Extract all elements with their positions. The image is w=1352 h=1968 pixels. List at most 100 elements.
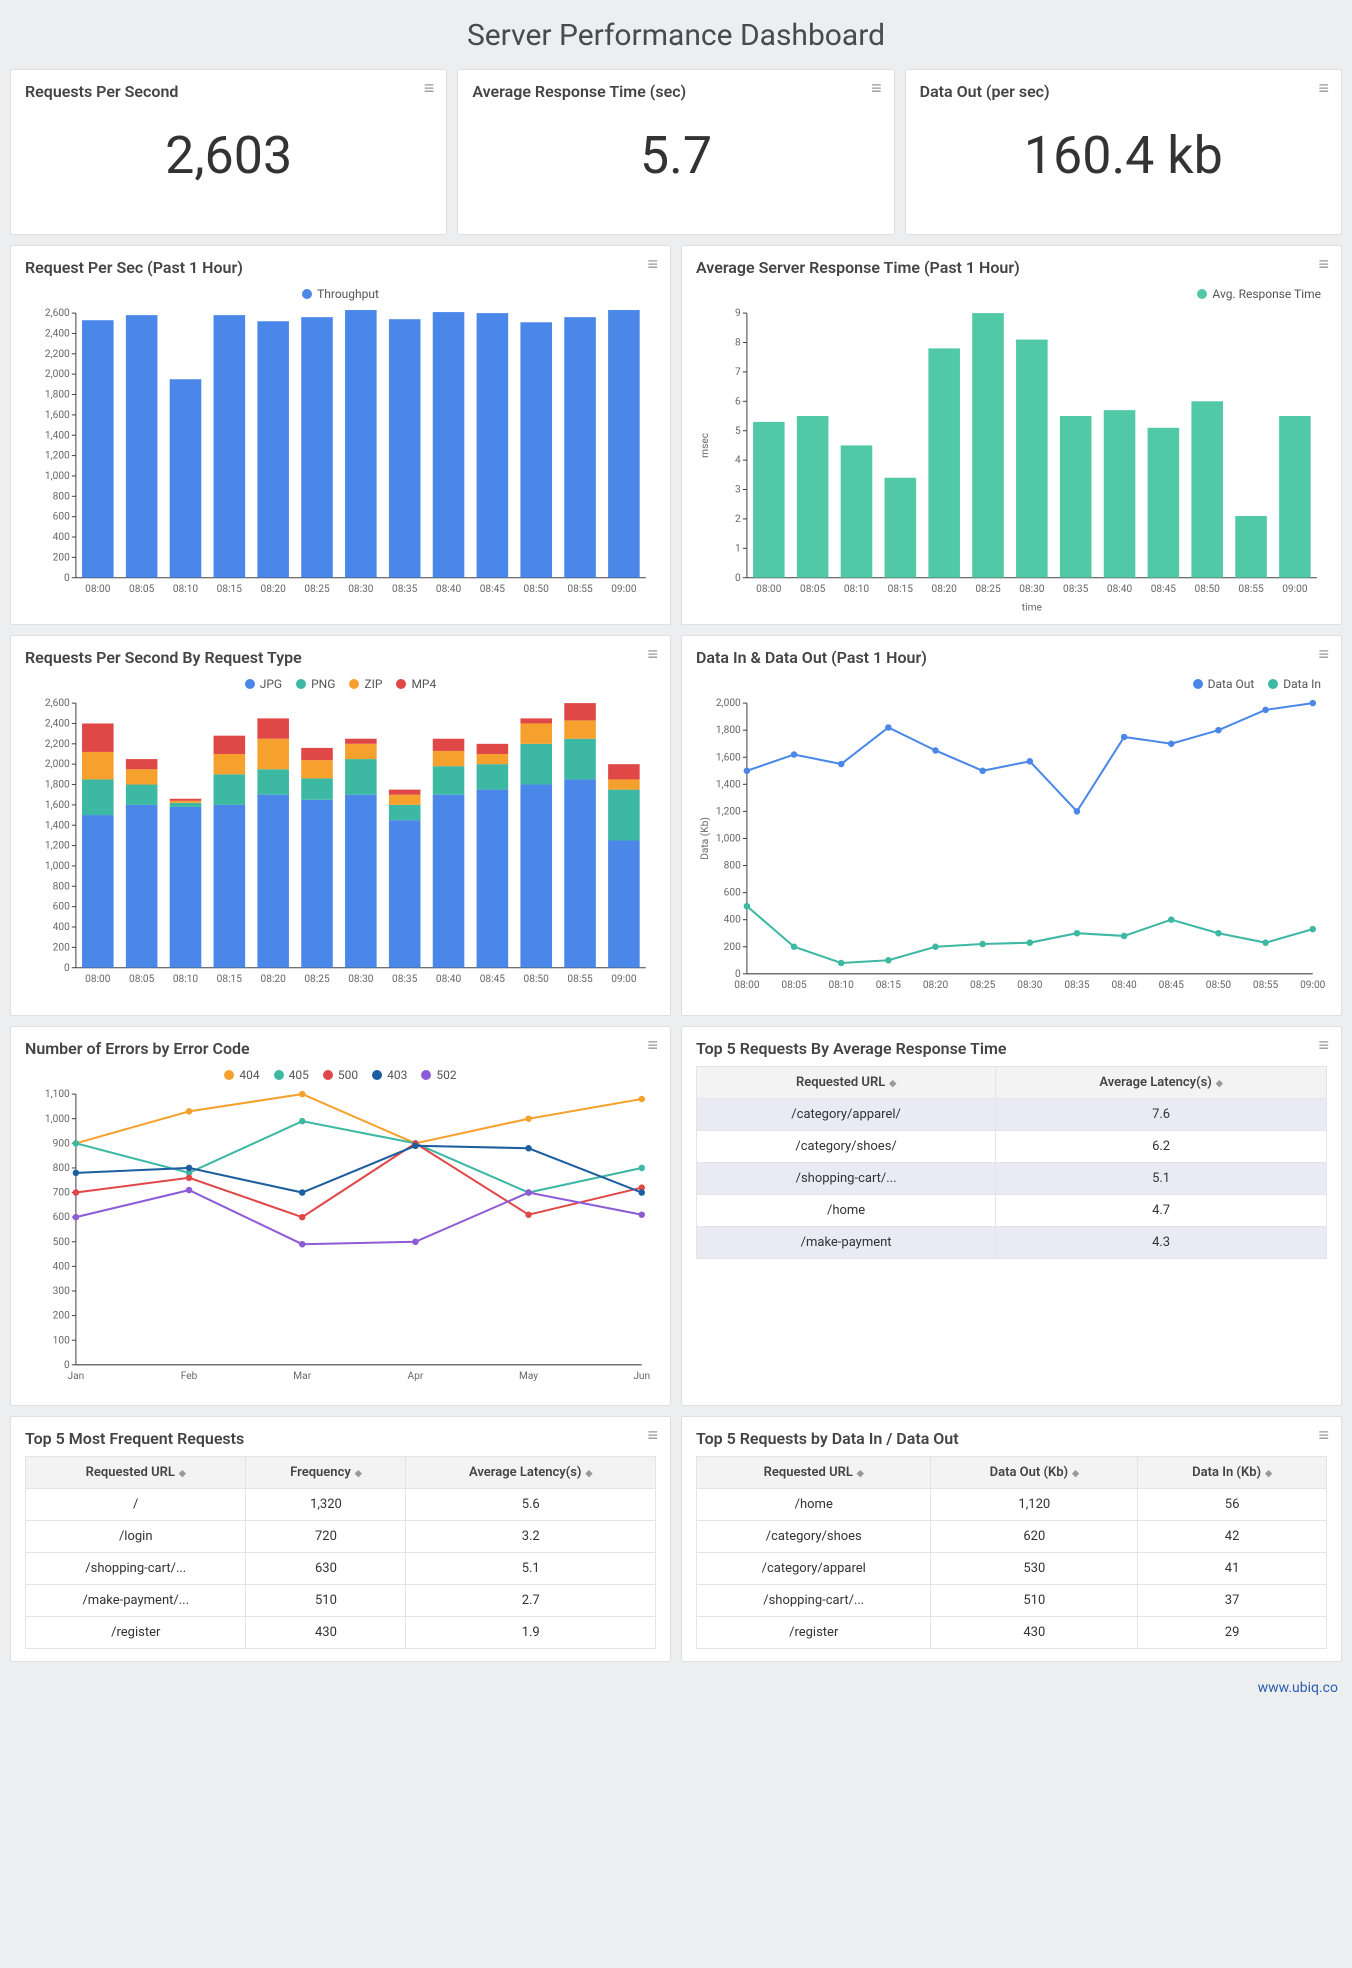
legend-item[interactable]: Data In bbox=[1268, 677, 1321, 691]
card-menu-icon[interactable]: ≡ bbox=[424, 80, 435, 98]
table-cell: /make-payment bbox=[697, 1226, 996, 1258]
svg-text:1,800: 1,800 bbox=[716, 726, 741, 737]
kpi-value: 160.4 kb bbox=[920, 125, 1327, 186]
legend-item[interactable]: Throughput bbox=[302, 287, 379, 301]
card-menu-icon[interactable]: ≡ bbox=[1318, 1427, 1329, 1445]
legend-item[interactable]: PNG bbox=[296, 677, 335, 691]
card-menu-icon[interactable]: ≡ bbox=[871, 80, 882, 98]
svg-text:2,600: 2,600 bbox=[45, 698, 70, 709]
table-cell: /shopping-cart/... bbox=[697, 1162, 996, 1194]
legend-item[interactable]: MP4 bbox=[396, 677, 436, 691]
svg-text:400: 400 bbox=[53, 532, 70, 543]
svg-text:Mar: Mar bbox=[293, 1371, 311, 1382]
column-header[interactable]: Requested URL◆ bbox=[26, 1456, 246, 1488]
legend-item[interactable]: Data Out bbox=[1193, 677, 1255, 691]
svg-text:09:00: 09:00 bbox=[1282, 584, 1308, 595]
svg-text:7: 7 bbox=[735, 367, 741, 378]
footer-link[interactable]: www.ubiq.co bbox=[1258, 1680, 1338, 1696]
chart-legend: JPG PNG ZIP MP4 bbox=[25, 675, 656, 697]
svg-text:08:00: 08:00 bbox=[85, 584, 111, 595]
card-menu-icon[interactable]: ≡ bbox=[647, 256, 658, 274]
table-cell: /shopping-cart/... bbox=[26, 1552, 246, 1584]
chart-legend: 404 405 500 403 502 bbox=[25, 1066, 656, 1088]
chart-title: Number of Errors by Error Code bbox=[25, 1039, 656, 1058]
legend-item[interactable]: 405 bbox=[274, 1068, 309, 1082]
card-menu-icon[interactable]: ≡ bbox=[1318, 1037, 1329, 1055]
svg-text:4: 4 bbox=[735, 455, 741, 466]
svg-text:3: 3 bbox=[735, 485, 741, 496]
sort-icon: ◆ bbox=[889, 1079, 896, 1089]
sort-icon: ◆ bbox=[1072, 1469, 1079, 1479]
svg-text:May: May bbox=[519, 1371, 538, 1382]
top-frequent-table: Requested URL◆Frequency◆Average Latency(… bbox=[25, 1456, 656, 1649]
column-header[interactable]: Data Out (Kb)◆ bbox=[931, 1456, 1138, 1488]
svg-text:08:45: 08:45 bbox=[480, 974, 506, 985]
footer: www.ubiq.co bbox=[10, 1672, 1342, 1696]
svg-text:08:20: 08:20 bbox=[261, 974, 287, 985]
card-menu-icon[interactable]: ≡ bbox=[647, 1037, 658, 1055]
column-header[interactable]: Data In (Kb)◆ bbox=[1138, 1456, 1327, 1488]
svg-text:08:55: 08:55 bbox=[1238, 584, 1264, 595]
svg-text:08:15: 08:15 bbox=[876, 980, 902, 991]
svg-text:08:50: 08:50 bbox=[524, 974, 550, 985]
svg-text:08:15: 08:15 bbox=[217, 974, 243, 985]
table-cell: 1,320 bbox=[246, 1488, 406, 1520]
column-header[interactable]: Average Latency(s)◆ bbox=[406, 1456, 656, 1488]
stacked-bar-chart: 02004006008001,0001,2001,4001,6001,8002,… bbox=[25, 697, 656, 1002]
table-row: /category/shoes/6.2 bbox=[697, 1130, 1327, 1162]
legend-item[interactable]: JPG bbox=[245, 677, 282, 691]
svg-text:800: 800 bbox=[53, 882, 70, 893]
table-cell: 5.6 bbox=[406, 1488, 656, 1520]
table-row: /1,3205.6 bbox=[26, 1488, 656, 1520]
legend-item[interactable]: 404 bbox=[224, 1068, 259, 1082]
table-cell: /category/shoes bbox=[697, 1520, 931, 1552]
svg-text:1,400: 1,400 bbox=[45, 821, 70, 832]
table-cell: /shopping-cart/... bbox=[697, 1584, 931, 1616]
column-header[interactable]: Average Latency(s)◆ bbox=[996, 1066, 1327, 1098]
table-title: Top 5 Most Frequent Requests bbox=[25, 1429, 656, 1448]
legend-item[interactable]: 500 bbox=[323, 1068, 358, 1082]
table-row: /category/shoes62042 bbox=[697, 1520, 1327, 1552]
svg-text:08:15: 08:15 bbox=[217, 584, 243, 595]
card-menu-icon[interactable]: ≡ bbox=[647, 646, 658, 664]
svg-text:600: 600 bbox=[724, 888, 741, 899]
column-header[interactable]: Requested URL◆ bbox=[697, 1456, 931, 1488]
column-header[interactable]: Requested URL◆ bbox=[697, 1066, 996, 1098]
top-latency-table: Requested URL◆Average Latency(s)◆/catego… bbox=[696, 1066, 1327, 1259]
svg-text:1,600: 1,600 bbox=[716, 753, 741, 764]
table-title: Top 5 Requests By Average Response Time bbox=[696, 1039, 1327, 1058]
table-row: /shopping-cart/...5.1 bbox=[697, 1162, 1327, 1194]
svg-text:100: 100 bbox=[53, 1335, 70, 1346]
svg-text:08:35: 08:35 bbox=[1064, 980, 1090, 991]
table-cell: /register bbox=[26, 1616, 246, 1648]
legend-item[interactable]: ZIP bbox=[349, 677, 382, 691]
column-header[interactable]: Frequency◆ bbox=[246, 1456, 406, 1488]
svg-text:800: 800 bbox=[53, 491, 70, 502]
table-cell: 4.3 bbox=[996, 1226, 1327, 1258]
svg-text:200: 200 bbox=[53, 552, 70, 563]
svg-text:600: 600 bbox=[53, 1212, 70, 1223]
svg-text:08:45: 08:45 bbox=[1159, 980, 1185, 991]
card-avg-rt-hour: ≡ Average Server Response Time (Past 1 H… bbox=[681, 245, 1342, 625]
card-menu-icon[interactable]: ≡ bbox=[1318, 646, 1329, 664]
card-menu-icon[interactable]: ≡ bbox=[1318, 256, 1329, 274]
svg-text:Feb: Feb bbox=[181, 1371, 198, 1382]
chart-legend: Throughput bbox=[25, 285, 656, 307]
legend-item[interactable]: Avg. Response Time bbox=[1197, 287, 1321, 301]
card-menu-icon[interactable]: ≡ bbox=[1318, 80, 1329, 98]
svg-text:400: 400 bbox=[53, 922, 70, 933]
svg-text:1,100: 1,100 bbox=[45, 1089, 70, 1100]
kpi-value: 5.7 bbox=[472, 125, 879, 186]
table-row: /make-payment4.3 bbox=[697, 1226, 1327, 1258]
legend-item[interactable]: 403 bbox=[372, 1068, 407, 1082]
card-menu-icon[interactable]: ≡ bbox=[647, 1427, 658, 1445]
table-cell: 41 bbox=[1138, 1552, 1327, 1584]
table-row: /category/apparel/7.6 bbox=[697, 1098, 1327, 1130]
legend-item[interactable]: 502 bbox=[421, 1068, 456, 1082]
table-row: /register4301.9 bbox=[26, 1616, 656, 1648]
card-rps-hour: ≡ Request Per Sec (Past 1 Hour) Throughp… bbox=[10, 245, 671, 625]
svg-text:1,800: 1,800 bbox=[45, 390, 70, 401]
svg-text:08:45: 08:45 bbox=[480, 584, 506, 595]
table-cell: /category/shoes/ bbox=[697, 1130, 996, 1162]
svg-text:08:05: 08:05 bbox=[800, 584, 826, 595]
